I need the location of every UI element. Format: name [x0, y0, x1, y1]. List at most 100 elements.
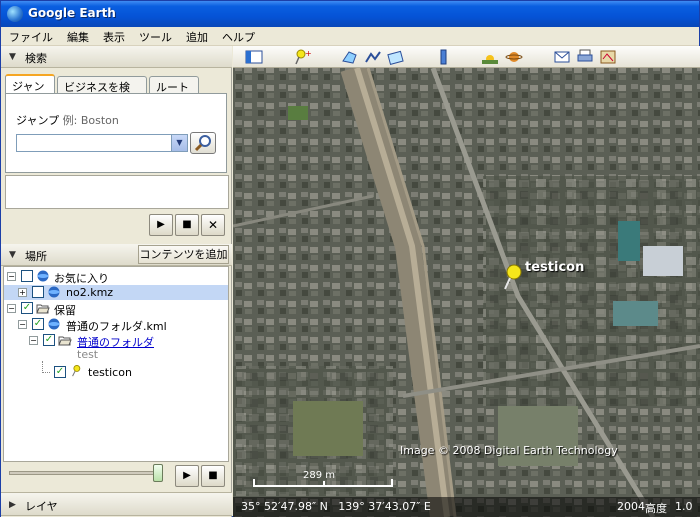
altitude-label: 高度: [645, 502, 667, 515]
search-section-title: 検索: [25, 52, 47, 65]
globe-folder-icon: [37, 270, 49, 282]
pointer-coordinates: 35° 52′47.98″ N 139° 37′43.07″ E: [241, 500, 431, 513]
tree-item-temporary[interactable]: − ✓ 保留: [4, 301, 228, 317]
tree-item-favorites[interactable]: − お気に入り: [4, 269, 228, 285]
visibility-checkbox[interactable]: ✓: [32, 318, 44, 330]
scale-bar: 289 m: [253, 470, 393, 491]
collapse-arrow-icon[interactable]: ▼: [9, 52, 16, 62]
clear-button[interactable]: ✕: [201, 214, 225, 236]
tour-slider-track[interactable]: [9, 471, 159, 475]
sunlight-icon[interactable]: [481, 49, 499, 65]
status-bar: 35° 52′47.98″ N 139° 37′43.07″ E 2004 高度…: [233, 497, 700, 517]
dropdown-arrow-icon[interactable]: ▼: [171, 135, 187, 151]
sidebar: ▼ 検索 ジャンプ ビジネスを検索 ルート ジャンプ 例: Boston ▼ ▶…: [1, 46, 232, 517]
menu-view[interactable]: 表示: [95, 27, 131, 45]
tree-item-testicon[interactable]: ✓ testicon: [4, 361, 228, 380]
tree-connector: [42, 361, 50, 373]
search-button[interactable]: [190, 132, 216, 154]
add-path-icon[interactable]: [364, 49, 382, 65]
visibility-checkbox[interactable]: [21, 270, 33, 282]
expand-arrow-icon[interactable]: ▶: [9, 500, 16, 510]
tab-directions[interactable]: ルート: [149, 76, 199, 94]
window-title: Google Earth: [28, 6, 116, 20]
scale-label: 289 m: [303, 470, 336, 481]
menu-bar: ファイル 編集 表示 ツール 追加 ヘルプ: [1, 27, 699, 46]
search-results: [5, 175, 229, 209]
collapse-toggle-icon[interactable]: −: [18, 320, 27, 329]
altitude-value: 1.0: [675, 500, 693, 513]
add-content-button[interactable]: コンテンツを追加: [138, 245, 229, 264]
tree-item-description: test: [77, 348, 99, 361]
menu-help[interactable]: ヘルプ: [214, 27, 261, 45]
menu-add[interactable]: 追加: [178, 27, 214, 45]
scale-tick: [323, 481, 325, 487]
imagery-copyright: Image © 2008 Digital Earth Technology: [400, 444, 618, 457]
collapse-toggle-icon[interactable]: −: [7, 304, 16, 313]
tour-slider-handle[interactable]: [153, 464, 163, 482]
visibility-checkbox[interactable]: ✓: [21, 302, 33, 314]
tour-play-button[interactable]: ▶: [175, 465, 199, 487]
tour-slider-bar: ▶ ■: [3, 463, 229, 489]
planets-icon[interactable]: [505, 49, 523, 65]
visibility-checkbox[interactable]: ✓: [54, 366, 66, 378]
menu-edit[interactable]: 編集: [59, 27, 95, 45]
add-image-overlay-icon[interactable]: [387, 49, 405, 65]
play-button[interactable]: ▶: [149, 214, 173, 236]
search-section-header[interactable]: ▼ 検索: [1, 46, 232, 68]
add-polygon-icon[interactable]: [341, 49, 359, 65]
title-bar: Google Earth: [1, 1, 699, 27]
sidebar-toggle-icon[interactable]: [245, 49, 263, 65]
layers-section-title: レイヤ: [25, 500, 58, 513]
places-section-header[interactable]: ▼ 場所 コンテンツを追加: [1, 244, 232, 266]
tree-item-label: testicon: [88, 366, 132, 379]
expand-toggle-icon[interactable]: +: [18, 288, 27, 297]
visibility-checkbox[interactable]: ✓: [43, 334, 55, 346]
open-folder-icon: [58, 336, 72, 346]
search-field-label: ジャンプ 例: Boston: [16, 112, 119, 128]
tree-item-folder[interactable]: − ✓ 普通のフォルダ: [4, 333, 228, 349]
google-earth-logo-icon: [7, 6, 23, 22]
menu-file[interactable]: ファイル: [1, 27, 59, 45]
scale-tick: [253, 479, 255, 487]
scale-tick: [391, 479, 393, 487]
layers-section-header[interactable]: ▶ レイヤ: [1, 492, 232, 516]
placemark-label[interactable]: testicon: [525, 260, 584, 275]
svg-text:+: +: [305, 49, 311, 58]
map-toolbar: +: [233, 46, 700, 68]
visibility-checkbox[interactable]: [32, 286, 44, 298]
magnifier-icon: [194, 135, 211, 152]
tab-fly-to[interactable]: ジャンプ: [5, 74, 55, 109]
tab-find-business[interactable]: ビジネスを検索: [57, 76, 147, 110]
open-folder-icon: [36, 304, 50, 314]
tour-stop-button[interactable]: ■: [201, 465, 225, 487]
globe-icon: [48, 318, 60, 330]
places-tree: − お気に入り + no2.kmz − ✓ 保留 − ✓ 普通のフォルダ.kml…: [3, 266, 229, 462]
collapse-toggle-icon[interactable]: −: [29, 336, 38, 345]
tree-item-folder-kml[interactable]: − ✓ 普通のフォルダ.kml: [4, 317, 228, 333]
tree-item-no2-kmz[interactable]: + no2.kmz: [4, 285, 228, 300]
view-in-maps-icon[interactable]: [599, 49, 617, 65]
add-placemark-icon[interactable]: +: [293, 49, 311, 65]
email-icon[interactable]: [553, 49, 571, 65]
search-panel: ジャンプ 例: Boston ▼: [5, 93, 227, 173]
map-view[interactable]: testicon + Image © 2008 Digital Earth Te…: [233, 46, 700, 517]
pushpin-icon: [72, 365, 81, 377]
collapse-toggle-icon[interactable]: −: [7, 272, 16, 281]
tree-item-label: お気に入り: [54, 272, 109, 285]
ruler-icon[interactable]: [435, 49, 453, 65]
imagery-date: 2004: [617, 500, 645, 513]
search-hint: 例: Boston: [62, 114, 119, 127]
fly-to-label: ジャンプ: [16, 114, 60, 127]
search-input[interactable]: ▼: [16, 134, 188, 152]
stop-button[interactable]: ■: [175, 214, 199, 236]
print-icon[interactable]: [576, 49, 594, 65]
places-section-title: 場所: [25, 250, 47, 263]
app-window: Google Earth ファイル編集表示ツール追加ヘルプ ▼ 検索 ジャンプ …: [0, 0, 700, 517]
tree-item-label: 保留: [54, 304, 76, 317]
menu-tools[interactable]: ツール: [131, 27, 178, 45]
collapse-arrow-icon[interactable]: ▼: [9, 250, 16, 260]
tree-item-label: no2.kmz: [66, 286, 114, 299]
tour-controls: ▶ ■ ✕: [149, 214, 229, 236]
tree-item-label: 普通のフォルダ.kml: [66, 320, 167, 333]
globe-icon: [48, 286, 60, 298]
